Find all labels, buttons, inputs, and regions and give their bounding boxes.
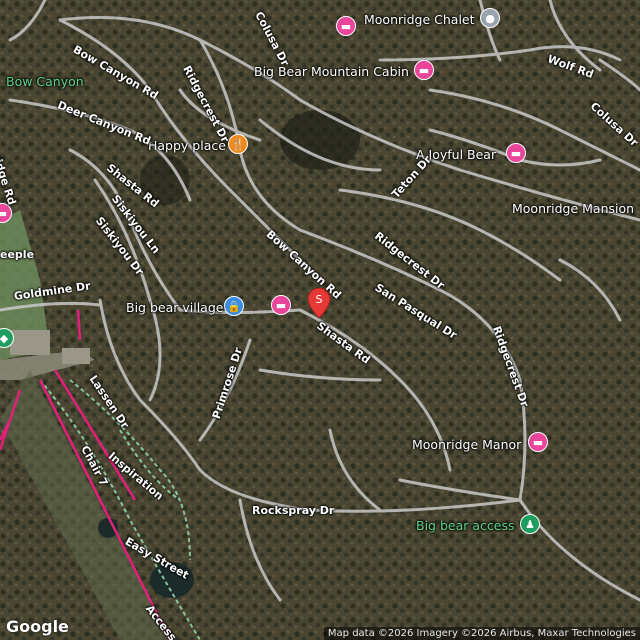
hotel-icon[interactable]: ▬: [414, 60, 434, 80]
place-pin-icon[interactable]: ●: [480, 8, 500, 28]
poi-label-moonridge-chalet[interactable]: Moonridge Chalet: [364, 12, 475, 27]
hotel-icon[interactable]: ▬: [271, 295, 291, 315]
hiker-icon[interactable]: ♟: [520, 514, 540, 534]
poi-label-moonridge-mansion[interactable]: Moonridge Mansion: [512, 201, 634, 216]
poi-label-big-bear-village[interactable]: Big bear village: [126, 300, 223, 315]
poi-label-bow-canyon[interactable]: Bow Canyon: [6, 74, 84, 89]
google-logo: Google: [6, 617, 69, 636]
poi-label-big-bear-mountain-cabin[interactable]: Big Bear Mountain Cabin: [254, 64, 409, 79]
road-label-eeple: eeple: [0, 248, 35, 261]
hotel-icon[interactable]: ▬: [506, 143, 526, 163]
hotel-icon[interactable]: ▬: [336, 16, 356, 36]
poi-label-moonridge-manor[interactable]: Moonridge Manor: [412, 437, 521, 452]
poi-label-big-bear-access[interactable]: Big bear access: [416, 518, 514, 533]
poi-label-happy-place[interactable]: Happy place: [148, 138, 226, 153]
marker-glyph: S: [316, 293, 323, 306]
shopping-bag-icon[interactable]: 🔒: [224, 296, 244, 316]
hotel-icon[interactable]: ▬: [528, 432, 548, 452]
map-canvas[interactable]: ● Moonridge Chalet ▬ ▬ Big Bear Mountain…: [0, 0, 640, 640]
map-attribution[interactable]: Map data ©2026 Imagery ©2026 Airbus, Max…: [323, 627, 640, 640]
road-label-rockspray-dr: Rockspray Dr: [252, 504, 335, 517]
